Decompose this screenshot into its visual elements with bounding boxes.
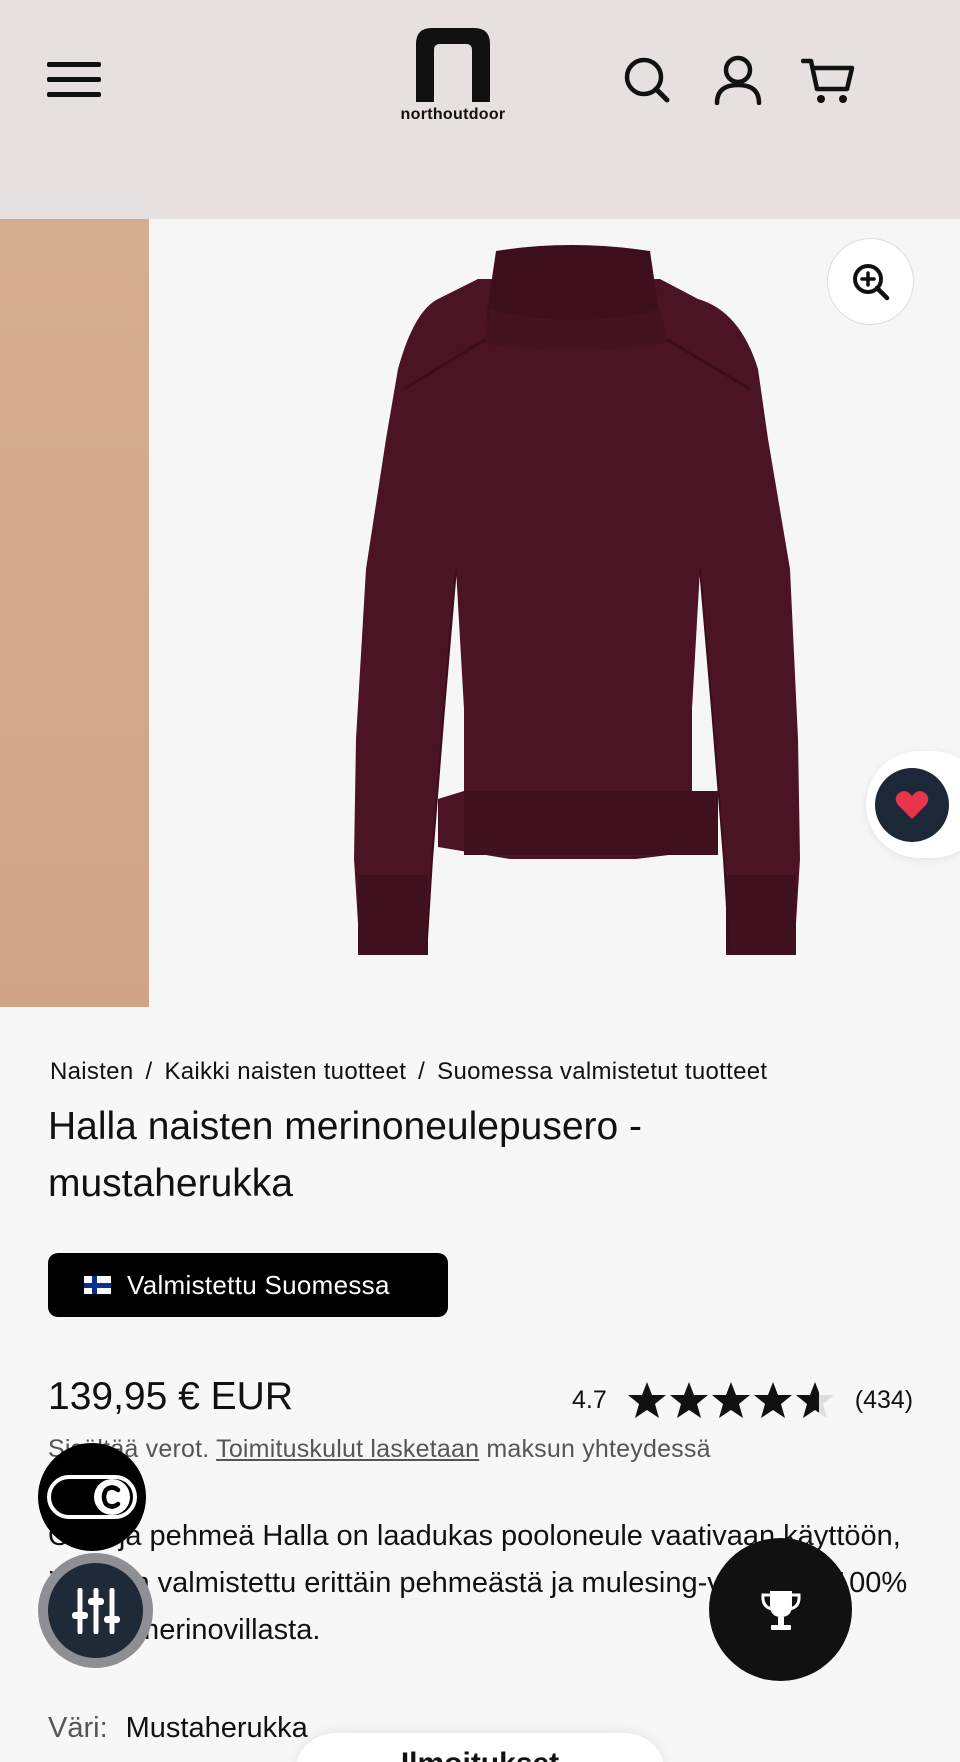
breadcrumb-item-all-womens[interactable]: Kaikki naisten tuotteet — [164, 1058, 406, 1085]
color-selector: Väri: Mustaherukka — [48, 1712, 308, 1745]
cookie-consent-button[interactable] — [38, 1443, 146, 1551]
rating-value: 4.7 — [572, 1385, 607, 1414]
zoom-button[interactable] — [827, 238, 914, 325]
bottom-floating-bar[interactable]: Ilmoitukset — [295, 1733, 665, 1762]
logo-mark-icon — [416, 28, 490, 102]
review-count: (434) — [854, 1385, 914, 1414]
sliders-icon — [71, 1587, 120, 1634]
breadcrumb-separator: / — [145, 1058, 153, 1085]
site-logo[interactable]: northoutdoor — [392, 26, 514, 138]
product-gallery[interactable] — [0, 219, 960, 1007]
color-label: Väri: — [48, 1712, 108, 1744]
tax-text-after: maksun yhteydessä — [486, 1435, 711, 1463]
account-icon[interactable] — [713, 55, 763, 106]
breadcrumb: Naisten / Kaikki naisten tuotteet / Suomessa… — [50, 1058, 767, 1086]
color-value: Mustaherukka — [125, 1712, 308, 1744]
product-rating[interactable]: 4.7 (434) — [572, 1381, 913, 1419]
accessibility-button[interactable] — [38, 1553, 153, 1668]
previous-product-image[interactable] — [0, 219, 149, 1007]
shipping-link[interactable]: Toimituskulut lasketaan — [216, 1435, 479, 1463]
product-title: Halla naisten merinoneulepusero - mustah… — [48, 1105, 643, 1205]
badge-label: Valmistettu Suomessa — [127, 1269, 390, 1300]
site-header: northoutdoor — [0, 0, 960, 219]
star-full-icon — [627, 1382, 666, 1418]
menu-icon[interactable] — [47, 62, 101, 98]
heart-icon — [895, 791, 929, 819]
rewards-button[interactable] — [709, 1538, 852, 1681]
rating-stars — [627, 1381, 837, 1419]
zoom-in-icon — [852, 263, 889, 300]
logo-text: northoutdoor — [400, 106, 506, 123]
finland-flag-icon — [84, 1276, 111, 1294]
search-icon[interactable] — [622, 55, 672, 105]
main-product-image[interactable] — [150, 219, 960, 1007]
star-partial-icon — [795, 1382, 834, 1418]
sweater-image — [354, 245, 800, 956]
breadcrumb-item-made-in-finland[interactable]: Suomessa valmistetut tuotteet — [437, 1058, 767, 1085]
product-price: 139,95 € EUR — [48, 1375, 293, 1418]
cart-icon[interactable] — [800, 55, 855, 105]
trophy-icon — [760, 1590, 801, 1630]
star-full-icon — [753, 1382, 792, 1418]
tax-note: Sisältää verot. Toimituskulut lasketaan … — [48, 1435, 711, 1464]
breadcrumb-item-naisten[interactable]: Naisten — [50, 1058, 133, 1085]
cookie-toggle-icon — [47, 1475, 137, 1519]
made-in-finland-badge: Valmistettu Suomessa — [48, 1253, 448, 1317]
breadcrumb-separator: / — [418, 1058, 426, 1085]
star-full-icon — [711, 1382, 750, 1418]
star-full-icon — [669, 1382, 708, 1418]
wishlist-button[interactable] — [875, 768, 949, 842]
